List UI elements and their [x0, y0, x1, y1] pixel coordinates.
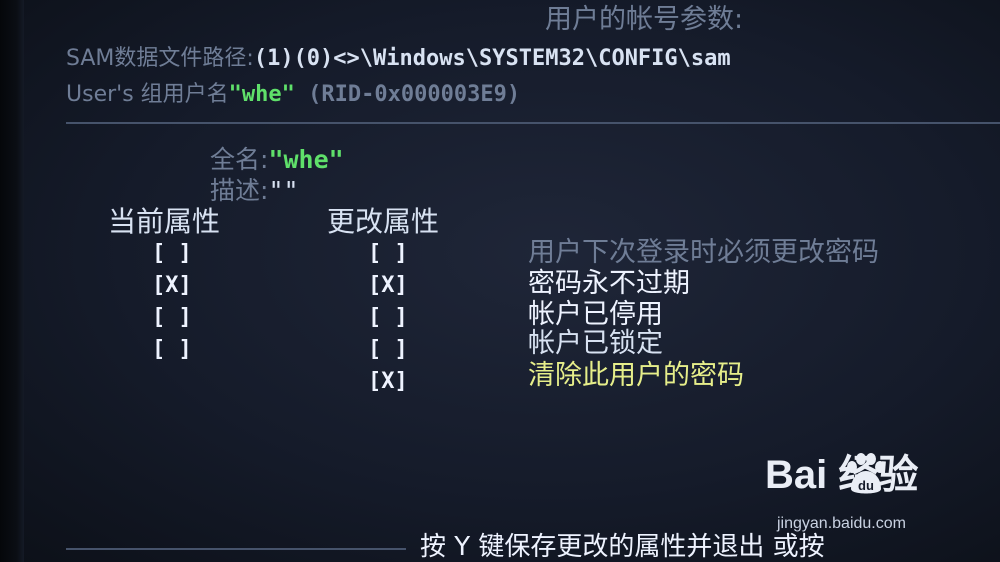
fullname-label: 全名:	[210, 145, 269, 174]
footer-divider	[66, 548, 406, 550]
option-label: 清除此用户的密码	[528, 360, 744, 391]
change-checkbox[interactable]: [ ]	[368, 339, 408, 361]
header-divider	[66, 122, 1000, 124]
user-name: "whe"	[228, 82, 295, 107]
change-checkbox[interactable]: [X]	[368, 275, 408, 297]
option-label: 帐户已停用	[528, 299, 663, 330]
watermark-logo-text: Bai 经验	[765, 453, 919, 497]
description-label: 描述:	[210, 176, 269, 205]
option-label: 用户下次登录时必须更改密码	[528, 237, 879, 268]
sam-path-label: SAM数据文件路径:	[66, 46, 254, 71]
footer-instruction: 按 Y 键保存更改的属性并退出 或按	[420, 532, 825, 562]
sam-path-value: (1)(0)<>\Windows\SYSTEM32\CONFIG\sam	[253, 46, 731, 71]
user-rid: (RID-0x000003E9)	[308, 82, 521, 107]
paw-text: du	[858, 478, 874, 493]
current-checkbox: [X]	[152, 273, 192, 298]
change-checkbox[interactable]: [X]	[368, 371, 408, 393]
user-line: User's 组用户名"whe" (RID-0x000003E9)	[66, 84, 520, 106]
description-line: 描述:""	[210, 178, 299, 203]
watermark-url: jingyan.baidu.com	[777, 515, 906, 532]
sam-path-line: SAM数据文件路径:(1)(0)<>\Windows\SYSTEM32\CONF…	[66, 48, 731, 70]
current-checkbox: [ ]	[152, 337, 192, 362]
option-label: 帐户已锁定	[528, 328, 663, 359]
change-checkbox[interactable]: [ ]	[368, 307, 408, 329]
current-checkbox: [ ]	[152, 305, 192, 330]
current-checkbox: [ ]	[152, 241, 192, 266]
fullname-value: "whe"	[268, 145, 344, 174]
change-attributes-heading: 更改属性	[327, 205, 440, 238]
option-label: 密码永不过期	[528, 268, 690, 299]
page-title: 用户的帐号参数:	[545, 4, 744, 35]
current-attributes-heading: 当前属性	[108, 205, 221, 238]
paw-icon: du	[847, 453, 885, 494]
screen-bezel	[0, 0, 24, 562]
change-checkbox[interactable]: [ ]	[368, 243, 408, 265]
fullname-line: 全名:"whe"	[210, 147, 344, 172]
baidu-jingyan-watermark: Bai 经验 du jingyan.baidu.com	[765, 453, 970, 535]
description-value: ""	[268, 176, 299, 205]
user-label: User's 组用户名	[66, 82, 229, 107]
